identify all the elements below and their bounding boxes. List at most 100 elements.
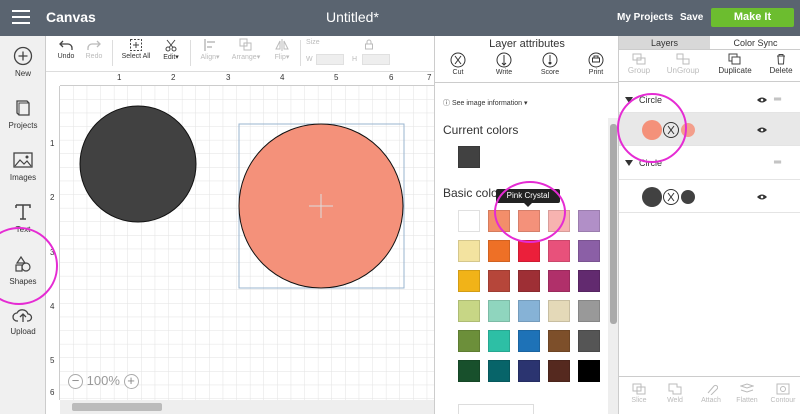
sidebar-label: Upload [10,327,36,336]
sidebar-item-new[interactable]: New [0,46,46,78]
tab-print[interactable]: Print [573,52,619,76]
color-swatch[interactable] [518,360,540,382]
layers-toolbar: Group UnGroup Duplicate Delete [619,50,800,82]
tab-label: Cut [452,69,464,76]
hamburger-menu-icon[interactable] [12,10,30,24]
design-canvas[interactable] [60,86,434,400]
edit-label: Edit [163,54,176,61]
color-swatch[interactable] [578,270,600,292]
see-image-information-link[interactable]: ⓘ See image information ▾ [443,98,527,108]
color-swatch[interactable] [578,210,600,232]
flip-menu-button[interactable]: Flip▾ [270,38,294,61]
contour-button[interactable]: Contour [765,383,800,404]
weld-button[interactable]: Weld [657,383,693,404]
color-swatch[interactable] [518,270,540,292]
lock-icon[interactable] [364,39,374,50]
color-swatch[interactable] [458,210,480,232]
color-swatch[interactable] [548,240,570,262]
eye-icon[interactable] [757,96,767,104]
attach-button[interactable]: Attach [693,383,729,404]
ruler-tick-label: 2 [171,73,176,82]
ruler-tick-label: 2 [50,193,55,202]
color-swatch[interactable] [518,300,540,322]
redo-button[interactable]: Redo [82,38,106,60]
color-swatch[interactable] [458,360,480,382]
sidebar-item-images[interactable]: Images [0,150,46,182]
my-projects-link[interactable]: My Projects [617,12,673,23]
layer-thumbnail [642,187,695,207]
color-swatch[interactable] [578,330,600,352]
width-input[interactable] [316,54,344,65]
weld-icon [668,383,682,395]
color-swatch[interactable] [488,360,510,382]
ruler-tick-label: 5 [50,356,55,365]
duplicate-button[interactable]: Duplicate [713,53,757,75]
flatten-button[interactable]: Flatten [729,383,765,404]
image-icon [13,152,33,168]
color-swatch[interactable] [578,240,600,262]
edit-menu-button[interactable]: Edit▾ [158,38,184,61]
dark-circle-shape[interactable] [79,105,197,223]
canvas-horizontal-scrollbar[interactable] [60,400,434,414]
color-swatch[interactable] [548,360,570,382]
tab-score[interactable]: Score [527,52,573,76]
tab-color-sync[interactable]: Color Sync [710,36,800,50]
flatten-icon [740,383,754,393]
delete-button[interactable]: Delete [759,53,800,75]
group-menu-icon[interactable]: ═ [774,155,781,171]
color-swatch[interactable] [548,300,570,322]
ruler-tick-label: 1 [117,73,122,82]
edit-toolbar: Undo Redo Select All Edit▾ Align▾ Arrang… [46,36,434,72]
color-swatch[interactable] [458,270,480,292]
tab-layers[interactable]: Layers [619,36,710,50]
pen-icon [496,52,512,68]
make-it-button[interactable]: Make It [711,8,794,27]
eye-icon[interactable] [757,193,767,201]
ruler-tick-label: 4 [280,73,285,82]
ruler-tick-label: 4 [50,302,55,311]
select-all-button[interactable]: Select All [118,38,154,60]
app-title: Canvas [46,9,96,25]
color-swatch[interactable] [488,300,510,322]
more-colors-input[interactable] [458,404,534,414]
color-swatch[interactable] [548,270,570,292]
color-swatch[interactable] [458,300,480,322]
group-menu-icon[interactable]: ═ [774,92,781,108]
tab-write[interactable]: Write [481,52,527,76]
undo-button[interactable]: Undo [54,38,78,60]
tab-cut[interactable]: Cut [435,52,481,76]
slice-icon [632,383,646,395]
color-swatch[interactable] [518,240,540,262]
layers-tabs: Layers Color Sync [619,36,800,50]
document-title[interactable]: Untitled* [326,9,379,25]
slice-button[interactable]: Slice [621,383,657,404]
color-swatch[interactable] [458,330,480,352]
text-t-icon [15,204,31,220]
save-button[interactable]: Save [680,12,703,23]
scrollbar-thumb[interactable] [72,403,162,411]
color-swatch[interactable] [458,240,480,262]
zoom-out-button[interactable]: − [68,374,83,390]
collapse-caret-icon[interactable] [625,160,633,166]
scrollbar-thumb[interactable] [610,124,617,324]
sidebar-item-upload[interactable]: Upload [0,306,46,336]
color-swatch[interactable] [548,330,570,352]
sidebar-label: Projects [8,121,38,130]
color-swatch[interactable] [488,330,510,352]
eye-icon[interactable] [757,126,767,134]
group-button[interactable]: Group [617,53,661,75]
current-color-swatch[interactable] [458,146,480,168]
color-swatch[interactable] [488,270,510,292]
height-input[interactable] [362,54,390,65]
zoom-in-button[interactable]: + [123,374,139,390]
color-swatch[interactable] [578,300,600,322]
ungroup-button[interactable]: UnGroup [661,53,705,75]
color-swatch[interactable] [518,330,540,352]
color-swatch[interactable] [578,360,600,382]
align-menu-button[interactable]: Align▾ [196,38,224,61]
undo-icon [59,40,73,50]
sidebar-item-projects[interactable]: Projects [0,98,46,130]
layer-row-dark-circle[interactable] [619,179,800,213]
arrange-menu-button[interactable]: Arrange▾ [228,38,264,61]
color-swatch[interactable] [488,240,510,262]
